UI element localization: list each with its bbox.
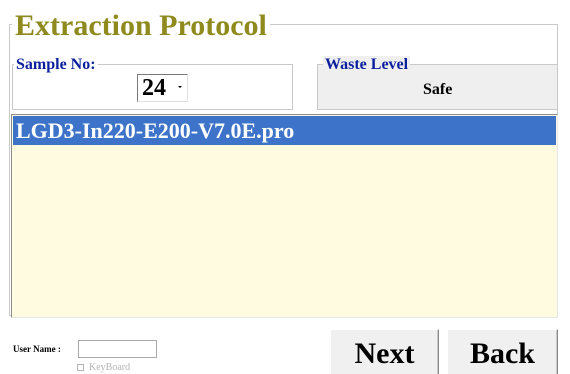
next-button[interactable]: Next [330,329,439,374]
user-name-input[interactable] [78,340,157,358]
keyboard-label: KeyBoard [89,362,131,373]
page-title: Extraction Protocol [12,9,270,43]
sample-no-select[interactable]: 24 [137,74,188,102]
dropdown-arrow-icon [178,86,182,88]
waste-level-label: Waste Level [323,56,411,74]
protocol-list[interactable]: LGD3-In220-E200-V7.0E.pro [11,114,558,318]
user-name-label: User Name : [13,344,61,354]
protocol-list-item[interactable]: LGD3-In220-E200-V7.0E.pro [13,116,556,145]
waste-level-value: Safe [423,81,453,98]
keyboard-checkbox[interactable] [77,364,84,371]
back-button[interactable]: Back [447,329,558,374]
sample-no-value: 24 [142,75,166,101]
sample-no-label: Sample No: [14,56,98,74]
